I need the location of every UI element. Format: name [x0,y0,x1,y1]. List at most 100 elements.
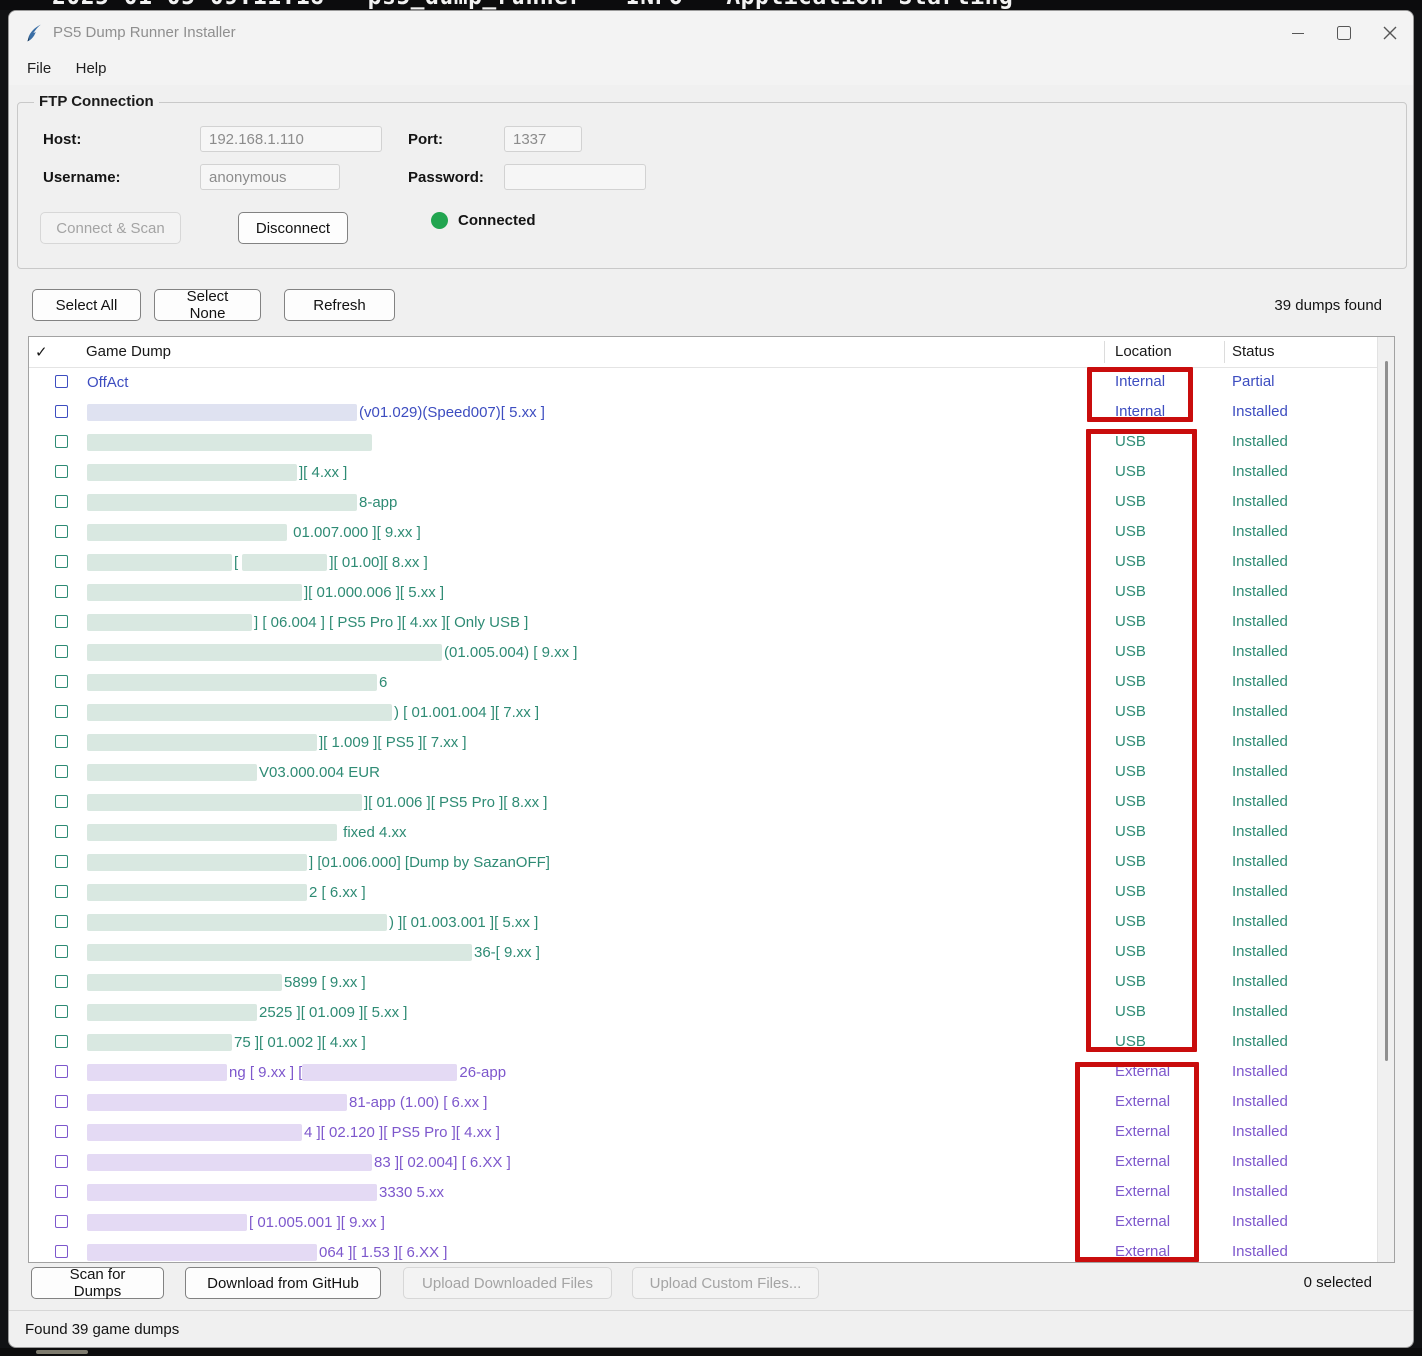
status-cell: Installed [1232,1213,1288,1230]
menu-file[interactable]: File [17,55,61,82]
header-status[interactable]: Status [1232,343,1275,360]
row-checkbox[interactable] [55,705,68,718]
row-checkbox[interactable] [55,675,68,688]
redacted-game-name [87,824,337,841]
select-all-button[interactable]: Select All [32,289,141,321]
row-checkbox[interactable] [55,405,68,418]
row-checkbox[interactable] [55,975,68,988]
row-checkbox[interactable] [55,825,68,838]
password-input[interactable] [504,164,646,190]
download-from-github-button[interactable]: Download from GitHub [185,1267,381,1299]
status-cell: Installed [1232,703,1288,720]
row-checkbox[interactable] [55,945,68,958]
row-checkbox[interactable] [55,495,68,508]
external-location-highlight [1075,1062,1199,1262]
redacted-game-name [87,1184,377,1201]
disconnect-button[interactable]: Disconnect [238,212,348,244]
game-dump-cell: 83 ][ 02.004] [ 6.XX ] [87,1147,511,1177]
port-input[interactable] [504,126,582,152]
status-cell: Installed [1232,613,1288,630]
redacted-game-name [87,1244,317,1261]
upload-downloaded-files-button[interactable]: Upload Downloaded Files [403,1267,612,1299]
redacted-game-name [87,674,377,691]
row-checkbox[interactable] [55,1245,68,1258]
game-name-fragment: 8-app [359,494,397,511]
python-icon [25,23,45,43]
row-checkbox[interactable] [55,615,68,628]
game-dump-cell: 36-[ 9.xx ] [87,937,540,967]
password-label: Password: [408,169,484,186]
select-none-button[interactable]: Select None [154,289,261,321]
row-checkbox[interactable] [55,1065,68,1078]
game-name-fragment: (01.005.004) [ 9.xx ] [444,644,577,661]
refresh-button[interactable]: Refresh [284,289,395,321]
status-cell: Installed [1232,1183,1288,1200]
row-checkbox[interactable] [55,435,68,448]
scrollbar-thumb[interactable] [1385,361,1388,1061]
minimize-button[interactable] [1275,11,1321,55]
close-icon [1383,26,1397,40]
redacted-game-name [87,1034,232,1051]
status-cell: Partial [1232,373,1275,390]
row-checkbox[interactable] [55,1125,68,1138]
status-cell: Installed [1232,1153,1288,1170]
row-checkbox[interactable] [55,885,68,898]
connect-scan-button[interactable]: Connect & Scan [40,212,181,244]
redacted-game-name [87,614,252,631]
status-cell: Installed [1232,433,1288,450]
upload-custom-files-button[interactable]: Upload Custom Files... [632,1267,819,1299]
table-scrollbar[interactable] [1377,337,1394,1262]
game-dump-cell: 5899 [ 9.xx ] [87,967,366,997]
game-name-fragment: 5899 [ 9.xx ] [284,974,366,991]
row-checkbox[interactable] [55,375,68,388]
row-checkbox[interactable] [55,795,68,808]
redacted-game-name [87,764,257,781]
redacted-game-name [87,1004,257,1021]
row-checkbox[interactable] [55,1005,68,1018]
row-checkbox[interactable] [55,1035,68,1048]
redacted-game-name [87,854,307,871]
maximize-button[interactable] [1321,11,1367,55]
row-checkbox[interactable] [55,1155,68,1168]
header-game-dump[interactable]: Game Dump [86,343,171,360]
row-checkbox[interactable] [55,465,68,478]
redacted-game-name [87,734,317,751]
row-checkbox[interactable] [55,555,68,568]
menu-help[interactable]: Help [66,55,117,82]
header-location[interactable]: Location [1115,343,1172,360]
redacted-game-name [87,884,307,901]
row-checkbox[interactable] [55,765,68,778]
redacted-game-name [87,944,472,961]
game-dump-cell: V03.000.004 EUR [87,757,380,787]
game-dump-cell: ][ 01.000.006 ][ 5.xx ] [87,577,444,607]
scan-for-dumps-button[interactable]: Scan for Dumps [31,1267,164,1299]
header-check-column[interactable]: ✓ [35,343,48,361]
game-name-fragment: 6 [379,674,387,691]
row-checkbox[interactable] [55,645,68,658]
row-checkbox[interactable] [55,1185,68,1198]
game-dump-cell: ] [ 06.004 ] [ PS5 Pro ][ 4.xx ][ Only U… [87,607,528,637]
status-cell: Installed [1232,943,1288,960]
row-checkbox[interactable] [55,915,68,928]
game-dump-cell: (v01.029)(Speed007)[ 5.xx ] [87,397,545,427]
redacted-game-name [87,914,387,931]
status-cell: Installed [1232,973,1288,990]
row-checkbox[interactable] [55,855,68,868]
game-name-fragment: 75 ][ 01.002 ][ 4.xx ] [234,1034,366,1051]
game-dump-cell: ng [ 9.xx ] [26-app [87,1057,506,1087]
row-checkbox[interactable] [55,1095,68,1108]
game-name-fragment: 26-app [459,1064,506,1081]
username-input[interactable] [200,164,340,190]
host-input[interactable] [200,126,382,152]
row-checkbox[interactable] [55,735,68,748]
header-separator [1104,341,1105,363]
menu-bar: File Help [9,55,1413,85]
terminal-background: 2025-01-05 09:11:18 - ps5_dump_runner - … [0,0,1422,10]
row-checkbox[interactable] [55,585,68,598]
close-button[interactable] [1367,11,1413,55]
redacted-game-name [87,554,232,571]
row-checkbox[interactable] [55,525,68,538]
row-checkbox[interactable] [55,1215,68,1228]
redacted-game-name [87,404,357,421]
redacted-game-name [87,434,372,451]
